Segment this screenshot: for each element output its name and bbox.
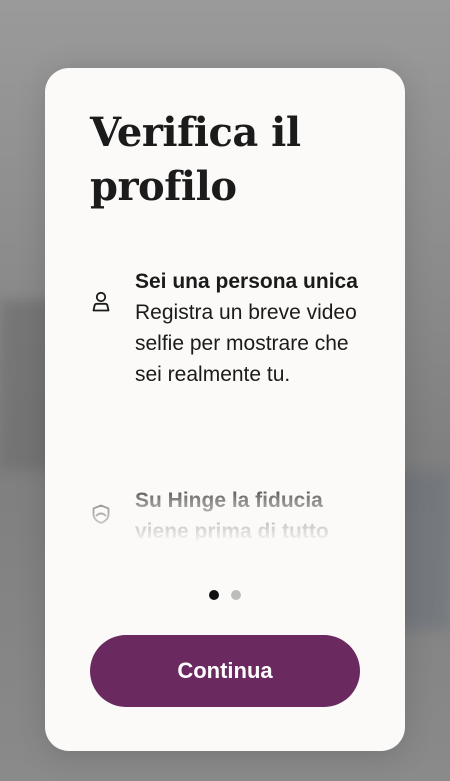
continue-button[interactable]: Continua: [90, 635, 360, 707]
pagination-dot-active[interactable]: [209, 590, 219, 600]
feature-heading: Su Hinge la fiducia viene prima di tutto: [135, 489, 329, 543]
feature-description: Registra un breve video selfie per mostr…: [135, 301, 357, 386]
shield-icon: [90, 503, 112, 525]
pagination-dot[interactable]: [231, 590, 241, 600]
feature-heading: Sei una persona unica: [135, 270, 358, 293]
pagination-dots: [45, 590, 405, 600]
features-scroll-area[interactable]: Sei una persona unica Registra un breve …: [45, 263, 405, 543]
person-icon: [90, 290, 112, 312]
verify-profile-modal: Verifica il profilo Sei una persona unic…: [45, 68, 405, 751]
modal-title: Verifica il profilo: [90, 109, 301, 210]
